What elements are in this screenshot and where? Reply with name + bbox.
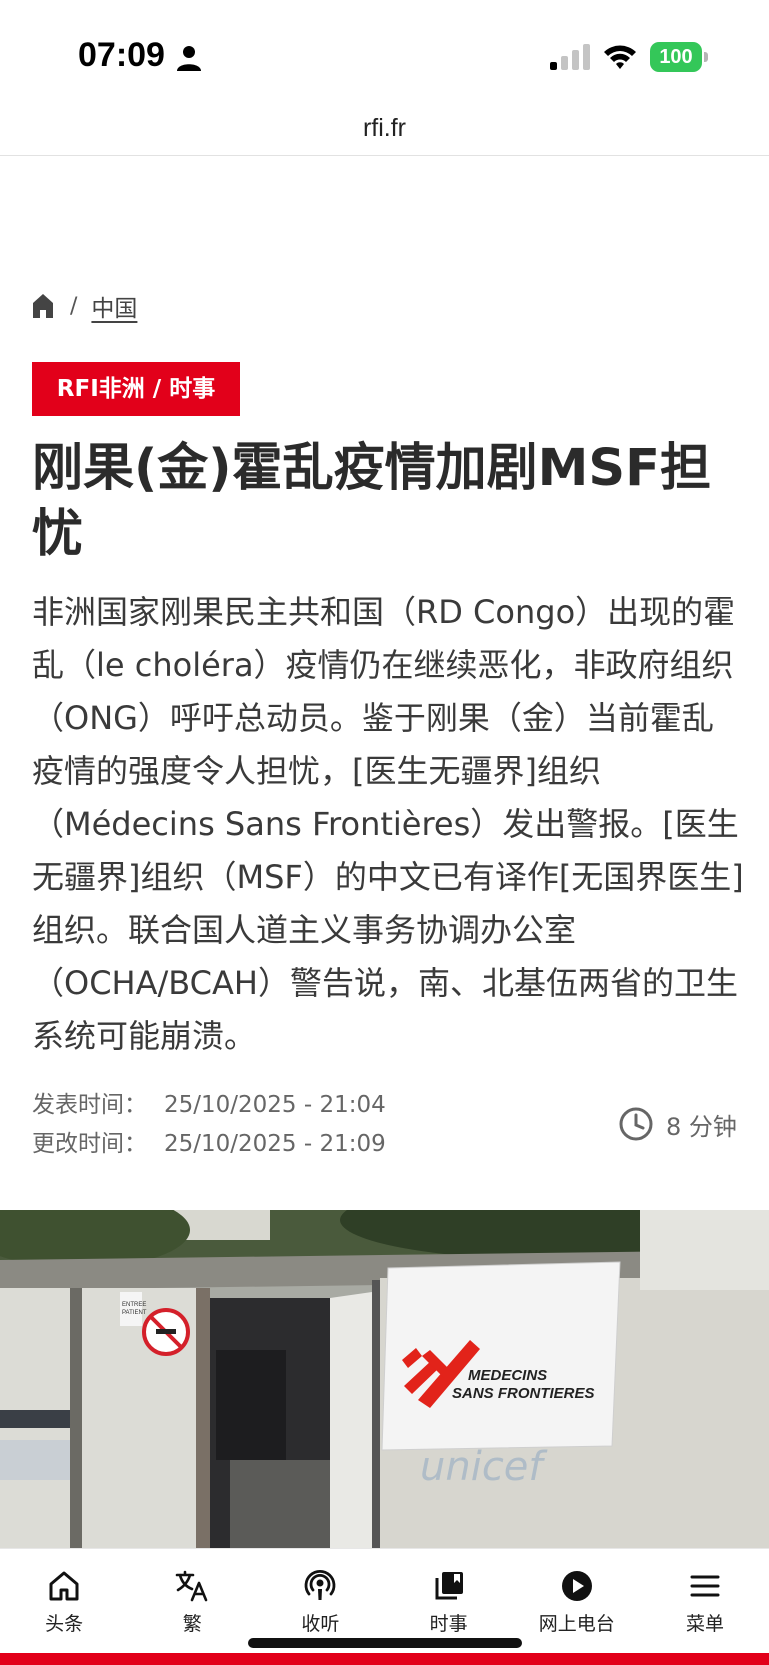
address-bar[interactable]: rfi.fr <box>0 110 769 156</box>
msf-flag-text-line2: SANS FRONTIERES <box>452 1385 595 1402</box>
tab-traditional-chinese[interactable]: 繁 <box>128 1549 256 1651</box>
published-label: 发表时间： <box>32 1092 147 1118</box>
tab-label: 头条 <box>45 1613 84 1635</box>
tab-live-radio[interactable]: 网上电台 <box>513 1549 641 1651</box>
brand-strip <box>0 1653 769 1665</box>
svg-text:unicef: unicef <box>420 1444 548 1490</box>
wifi-icon <box>604 45 636 69</box>
modified-label: 更改时间： <box>32 1131 147 1157</box>
tab-news[interactable]: 时事 <box>385 1549 513 1651</box>
home-indicator[interactable] <box>248 1638 522 1648</box>
tab-label: 繁 <box>182 1613 202 1635</box>
podcast-icon <box>305 1570 336 1600</box>
status-time: 07:09 <box>78 36 165 74</box>
section-badge[interactable]: RFI非洲 / 时事 <box>32 362 240 416</box>
play-icon <box>561 1571 592 1601</box>
entrance-sign-line1: ENTREE <box>122 1302 146 1308</box>
breadcrumb-separator: / <box>70 293 78 319</box>
entrance-sign-line2: PATIENT <box>122 1310 147 1316</box>
breadcrumb-link-china[interactable]: 中国 <box>91 289 137 323</box>
home-icon[interactable] <box>32 293 54 319</box>
modified-row: 更改时间： 25/10/2025 - 21:09 <box>32 1125 386 1164</box>
tab-menu[interactable]: 菜单 <box>641 1549 769 1651</box>
article-lede: 非洲国家刚果民主共和国（RD Congo）出现的霍乱（le choléra）疫情… <box>32 593 744 1055</box>
battery-cap <box>704 52 708 62</box>
translate-icon <box>175 1570 208 1602</box>
breadcrumb: / 中国 <box>32 288 137 324</box>
battery-level: 100 <box>650 42 702 72</box>
tab-label: 时事 <box>429 1613 468 1635</box>
read-time-text: 8 分钟 <box>666 1112 737 1141</box>
msf-flag-text-line1: MEDECINS <box>468 1367 547 1384</box>
tab-listen[interactable]: 收听 <box>256 1549 384 1651</box>
menu-icon <box>690 1575 720 1597</box>
tab-label: 菜单 <box>685 1613 724 1635</box>
battery-indicator: 100 <box>650 42 708 72</box>
modified-date: 25/10/2025 - 21:09 <box>164 1131 386 1157</box>
article-headline: 刚果(金)霍乱疫情加剧MSF担忧 <box>32 439 711 564</box>
bottom-tab-bar: 头条 繁 收听 时事 网上电台 菜单 <box>0 1548 769 1651</box>
status-bar: 07:09 100 <box>0 0 769 110</box>
clock-icon <box>619 1107 653 1141</box>
article-dates: 发表时间： 25/10/2025 - 21:04 更改时间： 25/10/202… <box>32 1086 386 1164</box>
news-stack-icon <box>435 1572 463 1600</box>
home-icon <box>49 1571 79 1601</box>
door-flap <box>330 1292 372 1550</box>
cellular-signal-icon <box>550 44 590 70</box>
published-date: 25/10/2025 - 21:04 <box>164 1092 386 1118</box>
tab-headlines[interactable]: 头条 <box>0 1549 128 1651</box>
tab-label: 网上电台 <box>538 1613 615 1635</box>
published-row: 发表时间： 25/10/2025 - 21:04 <box>32 1086 386 1125</box>
article-hero-image[interactable]: unicef MEDECINS SANS FRONTIERES ENTREE P… <box>0 1210 769 1550</box>
tab-label: 收听 <box>301 1613 340 1635</box>
read-time: 8 分钟 <box>618 1106 737 1142</box>
person-icon <box>177 46 201 71</box>
